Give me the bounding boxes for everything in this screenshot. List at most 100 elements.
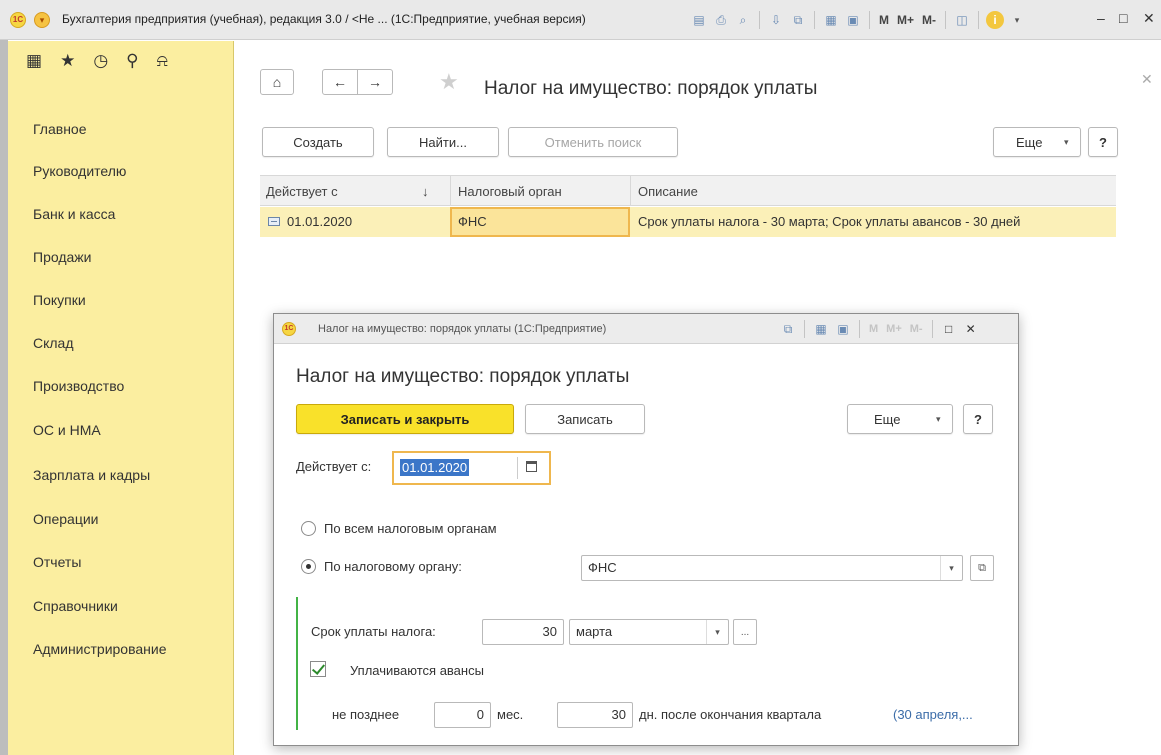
forward-button[interactable]: → [357, 69, 393, 95]
record-icon [268, 217, 280, 226]
cell-effective-date: 01.01.2020 [287, 214, 353, 229]
advances-checkbox[interactable] [310, 661, 326, 677]
dialog-help-button[interactable]: ? [963, 404, 993, 434]
months-field[interactable]: 0 [434, 702, 491, 728]
favorites-star-icon[interactable]: ★ [60, 51, 75, 71]
sidebar-item-purchases[interactable]: Покупки [33, 292, 86, 308]
close-form-icon[interactable]: ✕ [1141, 71, 1153, 88]
payment-dates-link[interactable]: (30 апреля,... [893, 707, 973, 722]
group-indicator-bar [296, 597, 298, 730]
toolbar-divider [931, 320, 933, 338]
calendar-icon[interactable]: ▣ [844, 11, 862, 29]
chevron-down-icon[interactable]: ▾ [940, 556, 962, 580]
days-field[interactable]: 30 [557, 702, 633, 728]
close-window-button[interactable]: ✕ [1143, 10, 1155, 27]
tax-authority-value: ФНС [588, 560, 617, 575]
home-button[interactable]: ⌂ [260, 69, 294, 95]
sort-desc-icon: ↓ [422, 184, 429, 199]
memory-plus-button[interactable]: M+ [895, 13, 916, 27]
calculator-icon[interactable]: ▦ [822, 11, 840, 29]
sidebar-item-sales[interactable]: Продажи [33, 249, 91, 265]
history-icon[interactable]: ◷ [93, 51, 108, 71]
close-icon[interactable]: ✕ [962, 320, 980, 338]
sidebar-item-fixed-assets[interactable]: ОС и НМА [33, 422, 101, 438]
sidebar-item-bank[interactable]: Банк и касса [33, 206, 115, 222]
sidebar-item-administration[interactable]: Администрирование [33, 641, 167, 657]
focused-cell[interactable]: ФНС [450, 207, 630, 237]
sidebar-item-reports[interactable]: Отчеты [33, 554, 81, 570]
cancel-search-button[interactable]: Отменить поиск [508, 127, 678, 157]
sidebar-item-payroll[interactable]: Зарплата и кадры [33, 467, 150, 483]
sidebar-item-main[interactable]: Главное [33, 121, 87, 137]
open-authority-icon[interactable]: ⧉ [970, 555, 994, 581]
toolbar-divider [759, 11, 760, 29]
tax-authority-select[interactable]: ФНС ▾ [581, 555, 963, 581]
create-button[interactable]: Создать [262, 127, 374, 157]
column-header-effective-date[interactable]: Действует с [266, 184, 338, 199]
record-dialog: 1C Налог на имущество: порядок уплаты (1… [273, 313, 1019, 746]
attach-icon[interactable]: ⇩ [767, 11, 785, 29]
effective-date-field[interactable]: 01.01.2020 [392, 451, 551, 485]
save-button[interactable]: Записать [525, 404, 645, 434]
window-title: Бухгалтерия предприятия (учебная), редак… [62, 12, 586, 26]
records-table: Действует с ↓ Налоговый орган Описание 0… [260, 175, 1116, 237]
sidebar-item-manager[interactable]: Руководителю [33, 163, 126, 179]
save-and-close-button[interactable]: Записать и закрыть [296, 404, 514, 434]
more-label: Еще [1016, 134, 1043, 150]
chevron-down-icon: ▾ [1064, 136, 1069, 147]
dialog-more-button[interactable]: Еще ▾ [847, 404, 953, 434]
memory-plus-button[interactable]: M+ [884, 323, 904, 335]
tax-day-field[interactable]: 30 [482, 619, 564, 645]
maximize-icon[interactable]: □ [940, 320, 958, 338]
help-button[interactable]: ? [1088, 127, 1118, 157]
cell-description: Срок уплаты налога - 30 марта; Срок упла… [638, 214, 1021, 229]
chevron-down-icon[interactable]: ▾ [1008, 11, 1026, 29]
toolbar-divider [804, 320, 805, 338]
toolbar-divider [978, 11, 980, 29]
advances-label: Уплачиваются авансы [350, 663, 484, 678]
save-icon[interactable]: ▤ [690, 11, 708, 29]
column-header-tax-authority[interactable]: Налоговый орган [458, 184, 562, 199]
panels-icon[interactable]: ◫ [953, 11, 971, 29]
calendar-picker-icon[interactable] [526, 461, 537, 472]
radio-single-authority[interactable] [301, 559, 316, 574]
memory-minus-button[interactable]: M- [908, 323, 925, 335]
favorite-star-icon[interactable]: ★ [439, 71, 459, 93]
memory-minus-button[interactable]: M- [920, 13, 938, 27]
sidebar-item-catalogs[interactable]: Справочники [33, 598, 118, 614]
info-icon[interactable]: i [986, 11, 1005, 29]
toolbar-divider [869, 11, 870, 29]
dialog-toolbar: ⧉ ▦ ▣ M M+ M- □ ✕ [779, 319, 980, 339]
apps-grid-icon[interactable]: ▦ [26, 51, 42, 71]
maximize-button[interactable]: □ [1119, 10, 1127, 26]
copy-icon[interactable]: ⧉ [779, 320, 797, 338]
days-suffix-label: дн. после окончания квартала [639, 707, 822, 722]
chevron-down-icon[interactable]: ▾ [706, 620, 728, 644]
sidebar-item-warehouse[interactable]: Склад [33, 335, 74, 351]
sidebar-item-production[interactable]: Производство [33, 378, 124, 394]
find-button[interactable]: Найти... [387, 127, 499, 157]
calendar-icon[interactable]: ▣ [834, 320, 852, 338]
more-button[interactable]: Еще ▾ [993, 127, 1081, 157]
dialog-title: Налог на имущество: порядок уплаты [296, 366, 630, 387]
sidebar-item-operations[interactable]: Операции [33, 511, 99, 527]
effective-date-value: 01.01.2020 [400, 459, 470, 476]
radio-all-authorities[interactable] [301, 521, 316, 536]
month-choice-button[interactable]: ... [733, 619, 757, 645]
print-icon[interactable]: ⎙ [712, 11, 730, 29]
tax-month-select[interactable]: марта ▾ [569, 619, 729, 645]
table-row[interactable]: 01.01.2020 ФНС Срок уплаты налога - 30 м… [260, 207, 1116, 237]
main-menu-dropdown-icon[interactable]: ▾ [34, 12, 50, 28]
minimize-button[interactable]: – [1097, 10, 1105, 26]
search-icon[interactable]: ⚲ [126, 51, 138, 71]
radio-all-authorities-label: По всем налоговым органам [324, 521, 497, 536]
dialog-window-title: Налог на имущество: порядок уплаты (1С:П… [318, 323, 607, 335]
column-header-description[interactable]: Описание [638, 184, 698, 199]
memory-m-button[interactable]: M [877, 13, 891, 27]
back-button[interactable]: ← [322, 69, 358, 95]
calculator-icon[interactable]: ▦ [812, 320, 830, 338]
memory-m-button[interactable]: M [867, 323, 880, 335]
preview-icon[interactable]: ⌕ [734, 11, 752, 29]
copy-icon[interactable]: ⧉ [789, 11, 807, 29]
bell-icon[interactable]: ⍾ [157, 51, 168, 71]
